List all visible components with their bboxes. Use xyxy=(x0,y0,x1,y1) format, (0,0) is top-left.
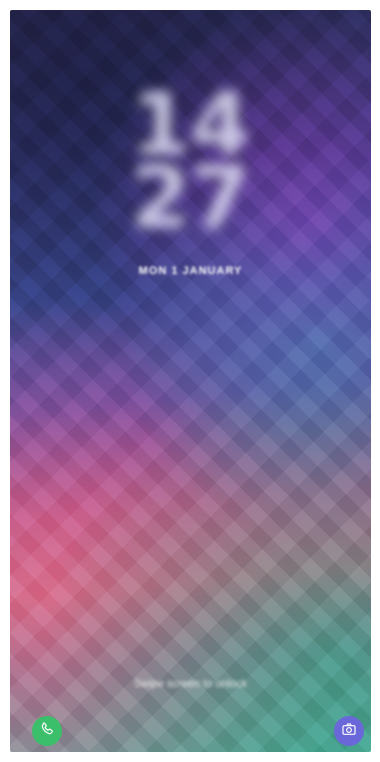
lock-screen[interactable]: 14 27 MON 1 JANUARY Swipe screen to unlo… xyxy=(10,10,371,752)
clock-minute: 27 xyxy=(130,148,251,248)
camera-icon xyxy=(341,721,357,742)
phone-icon xyxy=(39,721,55,742)
camera-shortcut-button[interactable] xyxy=(334,716,364,746)
date-label: MON 1 JANUARY xyxy=(138,265,243,277)
phone-shortcut-button[interactable] xyxy=(32,716,62,746)
unlock-hint: Swipe screen to unlock xyxy=(133,678,248,690)
